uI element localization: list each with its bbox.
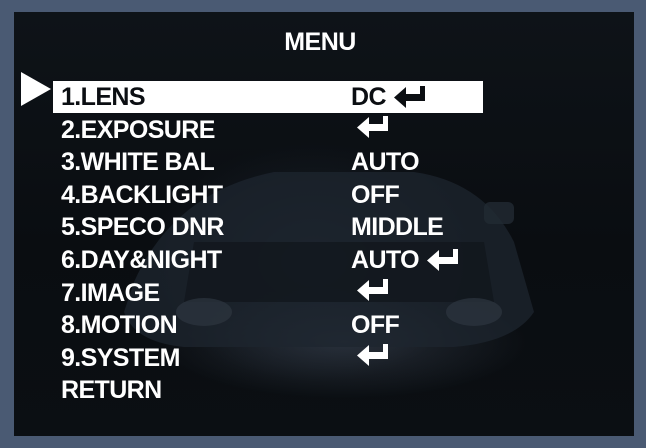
return-arrow-icon: [393, 86, 425, 108]
menu-item-value: AUTO: [351, 146, 420, 178]
menu-item-lens[interactable]: 1.LENS DC: [53, 81, 483, 113]
menu-item-value: AUTO: [351, 244, 461, 276]
menu-item-exposure[interactable]: 2.EXPOSURE: [53, 114, 483, 146]
menu-item-image[interactable]: 7.IMAGE: [53, 277, 483, 309]
menu-item-backlight[interactable]: 4.BACKLIGHT OFF: [53, 179, 483, 211]
return-arrow-icon: [357, 278, 388, 301]
menu-item-value: DC: [351, 81, 428, 113]
menu-item-label: RETURN: [61, 376, 162, 405]
menu-item-label: 2.EXPOSURE: [61, 115, 215, 144]
menu-item-motion[interactable]: 8.MOTION OFF: [53, 309, 483, 341]
menu-item-label: 7.IMAGE: [61, 278, 160, 307]
menu-item-label: 6.DAY&NIGHT: [61, 246, 222, 274]
menu-item-label: 3.WHITE BAL: [61, 148, 215, 177]
menu-item-day-night[interactable]: 6.DAY&NIGHT AUTO: [53, 244, 483, 276]
menu-item-value-text: DC: [351, 83, 387, 111]
menu-item-label: 4.BACKLIGHT: [61, 180, 223, 209]
menu-title: MENU: [284, 28, 356, 56]
triangle-right-icon: [21, 72, 51, 106]
menu-item-value-text: AUTO: [351, 246, 420, 274]
menu-item-label: 1.LENS: [61, 83, 146, 111]
menu-item-system[interactable]: 9.SYSTEM: [53, 342, 483, 374]
menu-item-value-text: MIDDLE: [351, 213, 444, 242]
menu-item-value-text: AUTO: [351, 148, 420, 177]
menu-item-value-text: OFF: [351, 311, 400, 340]
return-arrow-icon: [357, 115, 388, 138]
menu-item-label: 9.SYSTEM: [61, 343, 180, 372]
return-arrow-icon: [357, 343, 388, 366]
menu-item-value: [351, 277, 391, 303]
menu-item-value: MIDDLE: [351, 211, 444, 243]
menu-item-label: 8.MOTION: [61, 311, 178, 340]
menu-item-label: 5.SPECO DNR: [61, 213, 224, 242]
menu-item-white-bal[interactable]: 3.WHITE BAL AUTO: [53, 146, 483, 178]
menu-item-value: [351, 114, 391, 140]
menu-item-value: OFF: [351, 179, 400, 211]
menu-item-return[interactable]: RETURN: [53, 374, 483, 406]
menu-item-value: [351, 342, 391, 368]
menu-item-value: OFF: [351, 309, 400, 341]
menu-item-value-text: OFF: [351, 180, 400, 209]
menu-item-speco-dnr[interactable]: 5.SPECO DNR MIDDLE: [53, 211, 483, 243]
return-arrow-icon: [426, 249, 458, 271]
